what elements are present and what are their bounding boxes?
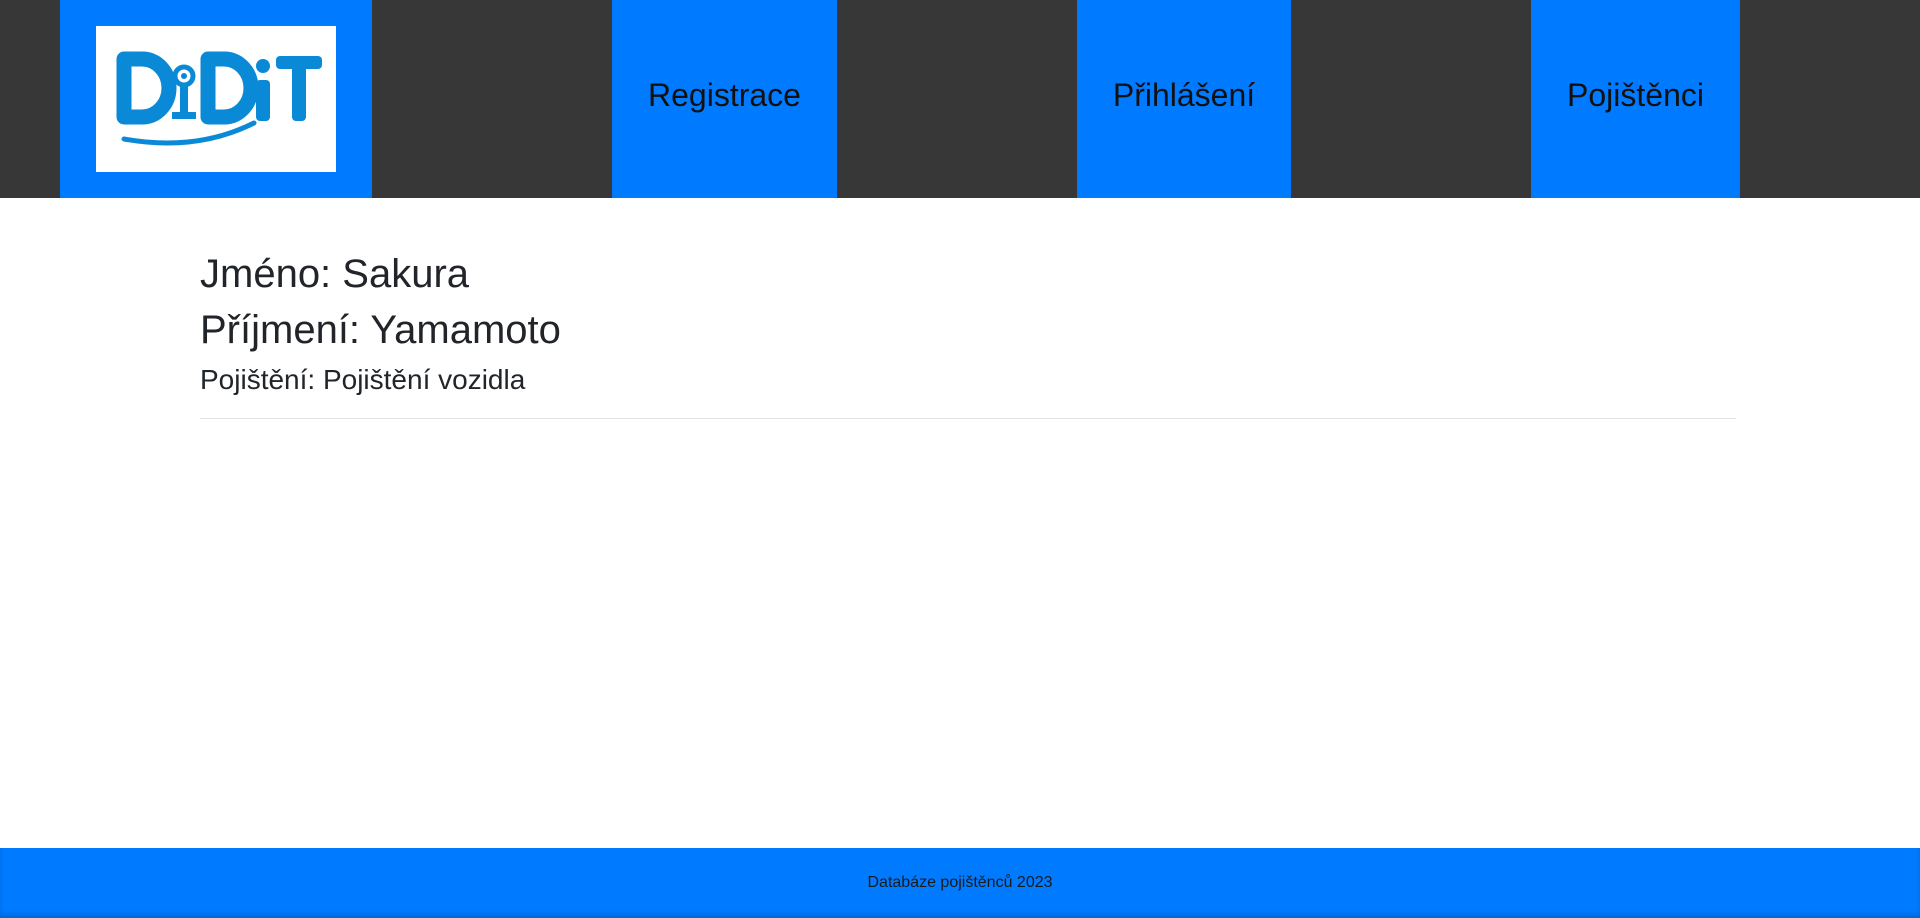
nav-pojistenci[interactable]: Pojištěnci [1531, 0, 1740, 198]
logo-link[interactable] [60, 0, 372, 198]
last-name: Příjmení: Yamamoto [200, 308, 561, 352]
insurance-type: Pojištění: Pojištění vozidla [200, 364, 526, 395]
site-header: Registrace Přihlášení Pojištěnci [0, 0, 1920, 198]
nav-prihlaseni[interactable]: Přihlášení [1077, 0, 1291, 198]
nav-registrace[interactable]: Registrace [612, 0, 837, 198]
nav-registrace-label: Registrace [648, 76, 801, 113]
footer-text: Databáze pojištěnců 2023 [867, 874, 1053, 891]
ddit-logo-icon [116, 51, 322, 146]
divider [200, 418, 1736, 419]
site-footer: Databáze pojištěnců 2023 [0, 848, 1920, 918]
first-name: Jméno: Sakura [200, 252, 470, 296]
logo [96, 26, 336, 172]
insured-detail: Jméno: Sakura Příjmení: Yamamoto Pojiště… [200, 246, 1736, 419]
nav-pojistenci-label: Pojištěnci [1567, 76, 1704, 113]
nav-prihlaseni-label: Přihlášení [1112, 76, 1256, 113]
